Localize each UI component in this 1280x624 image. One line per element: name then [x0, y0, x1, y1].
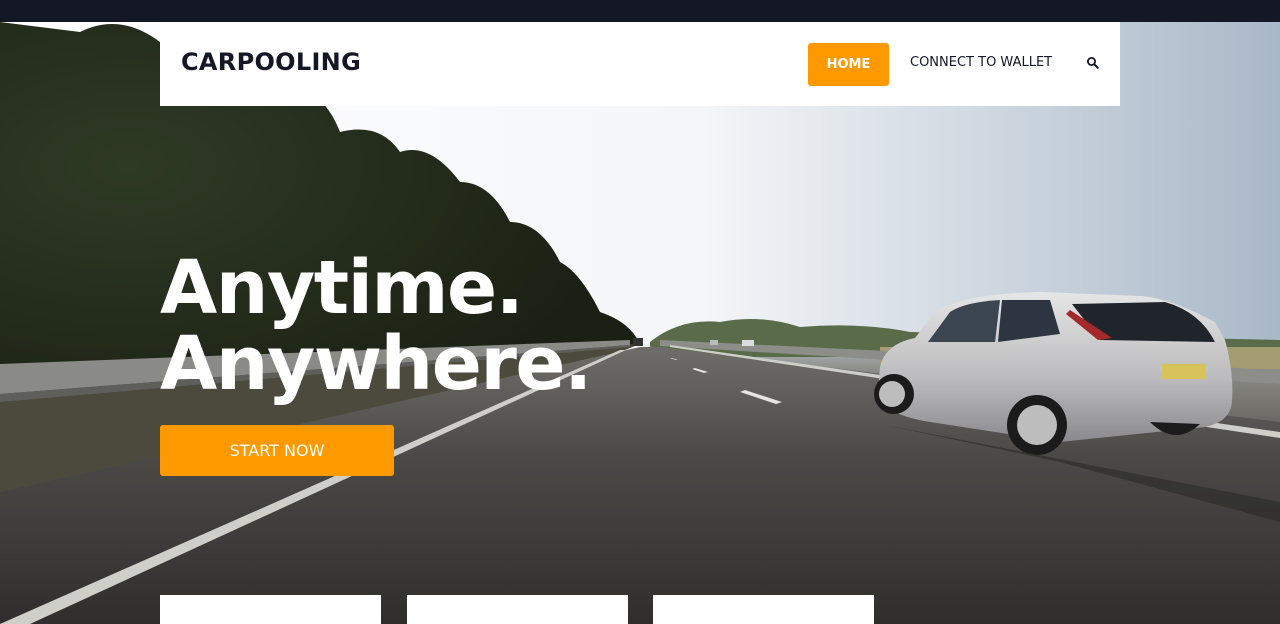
- hero-headline-line2: Anywhere.: [160, 321, 592, 407]
- start-now-button[interactable]: START NOW: [160, 425, 394, 476]
- search-icon[interactable]: [1086, 55, 1102, 71]
- brand-logo[interactable]: CARPOOLING: [181, 48, 361, 76]
- hero-headline-line1: Anytime.: [160, 245, 524, 331]
- feature-card-1: [160, 595, 381, 624]
- feature-card-2: [407, 595, 628, 624]
- nav-connect-wallet-link[interactable]: CONNECT TO WALLET: [910, 55, 1052, 70]
- top-strip: [0, 0, 1280, 22]
- navbar: CARPOOLING HOME CONNECT TO WALLET: [160, 22, 1120, 106]
- hero-headline: Anytime. Anywhere.: [160, 245, 592, 407]
- feature-card-3: [653, 595, 874, 624]
- nav-home-button[interactable]: HOME: [808, 43, 889, 86]
